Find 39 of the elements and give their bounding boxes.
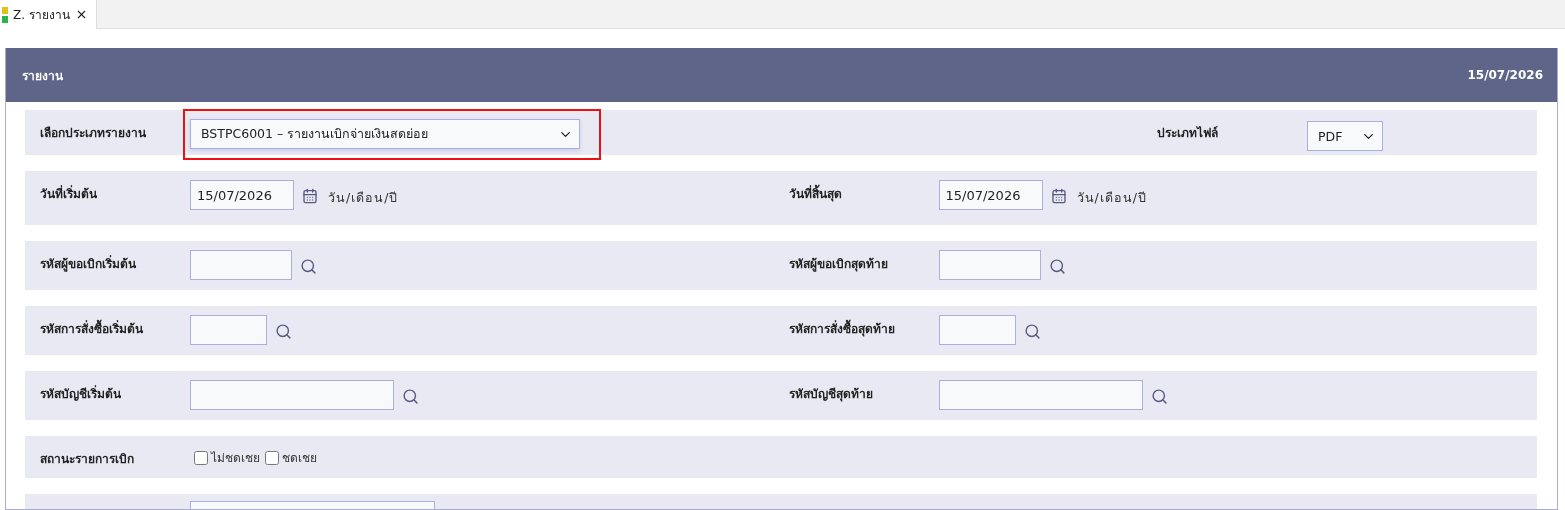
file-type-select[interactable]: PDF [1307,121,1383,151]
checkbox-label: ไม่ชดเชย [211,450,260,467]
search-icon[interactable] [1048,258,1066,275]
search-icon[interactable] [402,388,419,405]
field-label: รหัสบัญชีสุดท้าย [788,386,874,403]
checkbox[interactable] [194,450,208,465]
panel-title: รายงาน [22,67,63,85]
field-label: รหัสบัญชีเริ่มต้น [40,384,122,403]
search-icon[interactable] [1150,388,1168,405]
search-icon[interactable] [1023,323,1041,340]
field-label: เลือกประเภทรายงาน [40,125,147,142]
input-field[interactable] [938,250,1041,280]
search-icon[interactable] [300,258,317,275]
date-field[interactable]: 15/07/2026 [938,180,1043,210]
field-label: รหัสผู้ขอเบิกเริ่มต้น [40,254,137,273]
field-label: ประเภทไฟล์ [1157,125,1219,142]
date-format-hint: วัน/เดือน/ปี [1076,189,1147,207]
calendar-icon[interactable] [302,188,318,204]
header-date: 15/07/2026 [1467,68,1543,82]
calendar-icon[interactable] [1050,188,1067,204]
date-format-hint: วัน/เดือน/ปี [328,189,399,207]
field-label: รหัสผู้ขอเบิกสุดท้าย [788,256,889,273]
checkbox[interactable] [265,450,279,465]
app-icon [2,5,8,24]
input-field[interactable] [190,315,267,345]
field-label: สถานะรายการเบิก [40,451,135,468]
report-type-select[interactable]: BSTPC6001 – รายงานเบิกจ่ายเงินสดย่อย [190,119,580,149]
checkbox-label: ชดเชย [282,450,317,467]
search-icon[interactable] [275,323,292,340]
input-field[interactable] [938,380,1143,410]
input-field[interactable] [190,250,292,280]
input-field[interactable] [190,380,394,410]
report-tab[interactable]: Z. รายงาน [0,0,97,29]
field-label: วันที่เริ่มต้น [40,184,98,203]
field-label: รหัสการสั่งซื้อเริ่มต้น [40,315,190,338]
date-field[interactable]: 15/07/2026 [190,180,294,210]
field-label: วันที่สิ้นสุด [788,180,939,203]
field-label: รหัสการสั่งซื้อสุดท้าย [788,315,939,338]
input-field[interactable] [938,315,1016,345]
